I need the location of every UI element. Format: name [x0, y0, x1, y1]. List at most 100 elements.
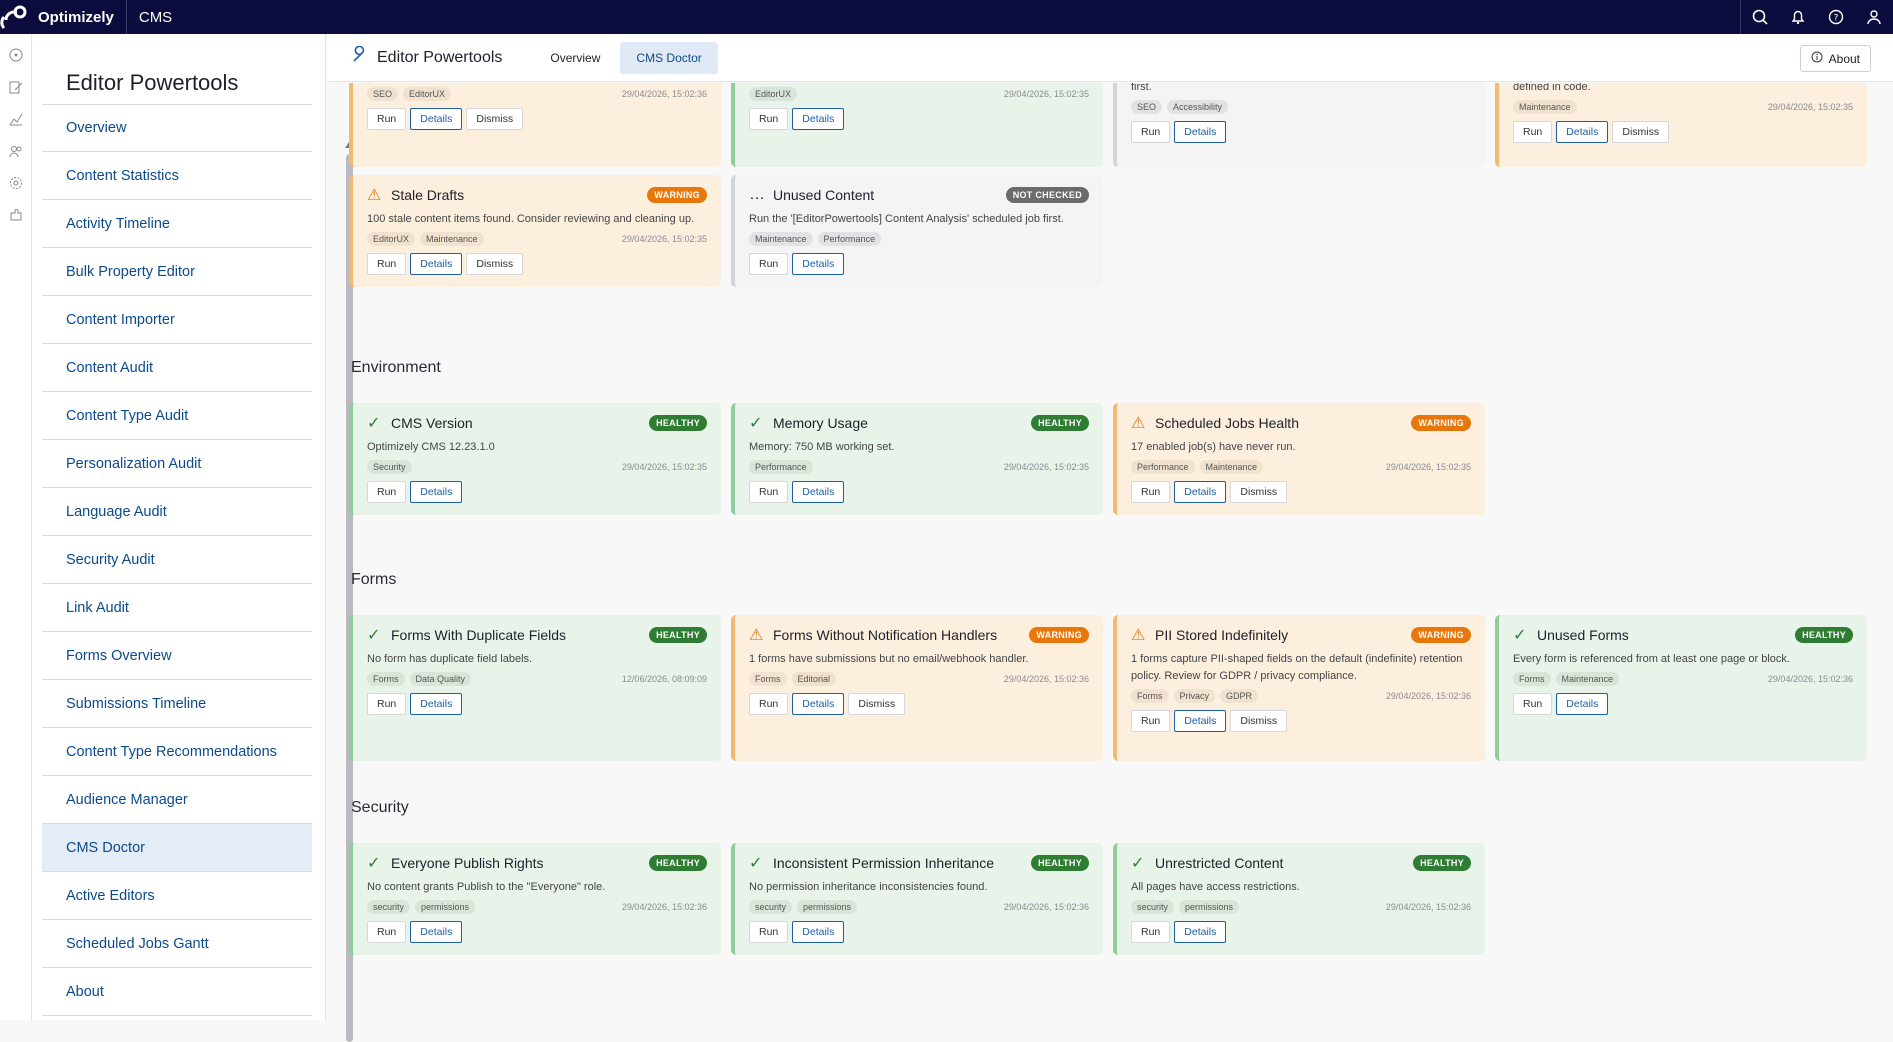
- sidebar-item-audience-manager[interactable]: Audience Manager: [42, 776, 312, 824]
- details-button[interactable]: Details: [410, 253, 463, 275]
- sidebar-item-submissions-timeline[interactable]: Submissions Timeline: [42, 680, 312, 728]
- brand-logo[interactable]: Optimizely: [0, 0, 114, 34]
- details-button[interactable]: Details: [792, 108, 845, 130]
- details-button[interactable]: Details: [792, 693, 845, 715]
- check-icon: ✓: [367, 627, 381, 644]
- status-badge: HEALTHY: [1413, 855, 1471, 871]
- run-button[interactable]: Run: [749, 921, 789, 943]
- run-button[interactable]: Run: [1131, 481, 1171, 503]
- tab-cms-doctor[interactable]: CMS Doctor: [620, 41, 718, 74]
- edit-icon[interactable]: [0, 71, 32, 103]
- product-name[interactable]: CMS: [139, 9, 172, 26]
- sidebar-item-language-audit[interactable]: Language Audit: [42, 488, 312, 536]
- details-button[interactable]: Details: [792, 921, 845, 943]
- sidebar-item-scheduled-jobs-gantt[interactable]: Scheduled Jobs Gantt: [42, 920, 312, 968]
- sidebar-item-content-type-audit[interactable]: Content Type Audit: [42, 392, 312, 440]
- run-button[interactable]: Run: [1513, 121, 1553, 143]
- check-description: 17 enabled job(s) have never run.: [1131, 441, 1296, 453]
- sidebar-item-content-type-recommendations[interactable]: Content Type Recommendations: [42, 728, 312, 776]
- status-badge: HEALTHY: [649, 415, 707, 431]
- details-button[interactable]: Details: [1556, 693, 1609, 715]
- details-button[interactable]: Details: [1174, 121, 1227, 143]
- dismiss-button[interactable]: Dismiss: [466, 253, 524, 275]
- sidebar-item-security-audit[interactable]: Security Audit: [42, 536, 312, 584]
- dismiss-button[interactable]: Dismiss: [1230, 710, 1288, 732]
- details-button[interactable]: Details: [1174, 710, 1227, 732]
- sidebar: Editor Powertools Overview Content Stati…: [32, 34, 353, 1042]
- dismiss-button[interactable]: Dismiss: [848, 693, 906, 715]
- sidebar-nav: Overview Content Statistics Activity Tim…: [42, 104, 344, 1016]
- tag: EditorUX: [403, 87, 452, 101]
- run-button[interactable]: Run: [367, 921, 407, 943]
- status-badge: HEALTHY: [649, 855, 707, 871]
- about-button[interactable]: About: [1799, 45, 1871, 72]
- tag: Accessibility: [1167, 100, 1229, 114]
- dismiss-button[interactable]: Dismiss: [466, 108, 524, 130]
- run-button[interactable]: Run: [749, 108, 789, 130]
- visitors-icon[interactable]: [0, 135, 32, 167]
- run-button[interactable]: Run: [749, 481, 789, 503]
- sidebar-item-overview[interactable]: Overview: [42, 104, 312, 152]
- run-button[interactable]: Run: [1513, 693, 1553, 715]
- details-button[interactable]: Details: [1174, 921, 1227, 943]
- sidebar-item-active-editors[interactable]: Active Editors: [42, 872, 312, 920]
- settings-icon[interactable]: [0, 167, 32, 199]
- check-date: 29/04/2026, 15:02:35: [1385, 462, 1471, 472]
- user-icon[interactable]: [1855, 0, 1893, 34]
- run-button[interactable]: Run: [367, 481, 407, 503]
- warning-icon: ⚠: [1131, 627, 1146, 644]
- details-button[interactable]: Details: [410, 693, 463, 715]
- sidebar-item-cms-doctor[interactable]: CMS Doctor: [42, 824, 312, 872]
- addons-icon[interactable]: [0, 199, 32, 231]
- bell-icon[interactable]: [1779, 0, 1817, 34]
- sidebar-item-about[interactable]: About: [42, 968, 312, 1016]
- sidebar-item-content-statistics[interactable]: Content Statistics: [42, 152, 312, 200]
- details-button[interactable]: Details: [792, 481, 845, 503]
- run-button[interactable]: Run: [1131, 710, 1171, 732]
- section-title-security: Security: [351, 799, 409, 816]
- details-button[interactable]: Details: [410, 108, 463, 130]
- details-button[interactable]: Details: [1556, 121, 1609, 143]
- reports-icon[interactable]: [0, 103, 32, 135]
- check-date: 29/04/2026, 15:02:36: [1003, 902, 1089, 912]
- tab-overview[interactable]: Overview: [534, 42, 616, 74]
- dismiss-button[interactable]: Dismiss: [1230, 481, 1288, 503]
- sidebar-item-link-audit[interactable]: Link Audit: [42, 584, 312, 632]
- check-card-unused-content: … Unused Content NOT CHECKED Run the '[E…: [731, 175, 1103, 287]
- sidebar-item-personalization-audit[interactable]: Personalization Audit: [42, 440, 312, 488]
- svg-text:?: ?: [1834, 14, 1839, 24]
- sidebar-item-bulk-property-editor[interactable]: Bulk Property Editor: [42, 248, 312, 296]
- help-icon[interactable]: ?: [1817, 0, 1855, 34]
- details-button[interactable]: Details: [410, 921, 463, 943]
- tag: SEO: [1131, 100, 1163, 114]
- check-card-scheduled-jobs-health: ⚠ Scheduled Jobs Health WARNING 17 enabl…: [1113, 403, 1485, 515]
- run-button[interactable]: Run: [367, 108, 407, 130]
- check-description: 100 stale content items found. Consider …: [367, 213, 695, 225]
- run-button[interactable]: Run: [367, 693, 407, 715]
- run-button[interactable]: Run: [749, 693, 789, 715]
- details-button[interactable]: Details: [792, 253, 845, 275]
- check-description: Optimizely CMS 12.23.1.0: [367, 441, 495, 453]
- run-button[interactable]: Run: [1131, 121, 1171, 143]
- sidebar-item-content-audit[interactable]: Content Audit: [42, 344, 312, 392]
- status-badge: HEALTHY: [1031, 415, 1089, 431]
- dismiss-button[interactable]: Dismiss: [1612, 121, 1670, 143]
- tag: EditorUX: [749, 87, 798, 101]
- page-title: Editor Powertools: [377, 48, 503, 66]
- status-badge: WARNING: [647, 187, 707, 203]
- check-description: No content grants Publish to the "Everyo…: [367, 881, 606, 893]
- dashboard-icon[interactable]: [0, 39, 32, 71]
- sidebar-item-activity-timeline[interactable]: Activity Timeline: [42, 200, 312, 248]
- run-button[interactable]: Run: [749, 253, 789, 275]
- check-icon: ✓: [1513, 627, 1527, 644]
- check-card-unrestricted-content: ✓ Unrestricted Content HEALTHY All pages…: [1113, 843, 1485, 955]
- section-title-forms: Forms: [351, 571, 397, 588]
- search-icon[interactable]: [1741, 0, 1779, 34]
- sidebar-item-content-importer[interactable]: Content Importer: [42, 296, 312, 344]
- info-icon: [1811, 51, 1823, 66]
- details-button[interactable]: Details: [1174, 481, 1227, 503]
- sidebar-item-forms-overview[interactable]: Forms Overview: [42, 632, 312, 680]
- run-button[interactable]: Run: [367, 253, 407, 275]
- run-button[interactable]: Run: [1131, 921, 1171, 943]
- details-button[interactable]: Details: [410, 481, 463, 503]
